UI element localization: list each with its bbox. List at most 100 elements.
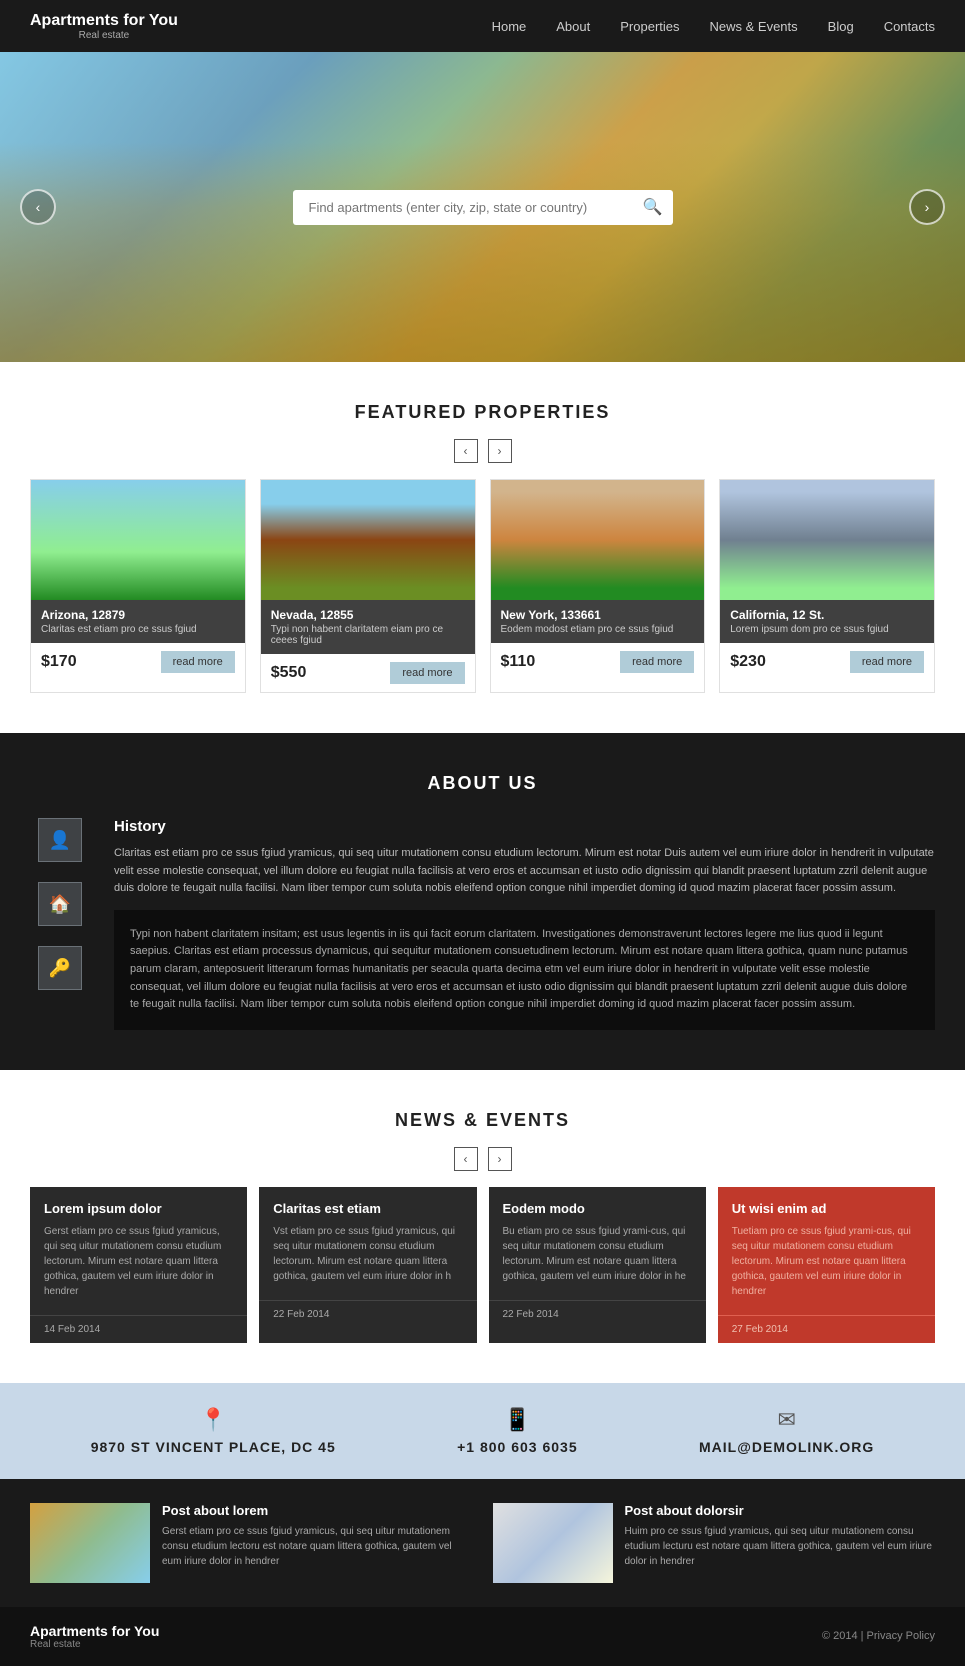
footer: Apartments for You Real estate © 2014 | … <box>0 1607 965 1666</box>
read-more-button[interactable]: read more <box>161 651 235 673</box>
news-card-title: Lorem ipsum dolor <box>44 1201 233 1216</box>
hero-search-bar: 🔍 <box>293 190 673 225</box>
email-icon: ✉ <box>777 1407 795 1433</box>
news-grid: Lorem ipsum dolor Gerst etiam pro ce ssu… <box>30 1187 935 1343</box>
post-thumbnail <box>493 1503 613 1583</box>
property-info: New York, 133661 Eodem modost etiam pro … <box>491 600 705 643</box>
post-thumbnail <box>30 1503 150 1583</box>
property-price-row: $110 read more <box>491 643 705 681</box>
home-icon[interactable]: 🏠 <box>38 882 82 926</box>
news-card-title: Eodem modo <box>503 1201 692 1216</box>
news-card: Eodem modo Bu etiam pro ce ssus fgiud yr… <box>489 1187 706 1343</box>
footer-logo: Apartments for You Real estate <box>30 1623 159 1650</box>
hero-next-button[interactable]: › <box>909 189 945 225</box>
news-card: Lorem ipsum dolor Gerst etiam pro ce ssu… <box>30 1187 247 1343</box>
search-button[interactable]: 🔍 <box>643 197 663 217</box>
about-dark-box: Typi non habent claritatem insitam; est … <box>114 910 935 1030</box>
news-next[interactable]: › <box>488 1147 512 1171</box>
about-text-area: History Claritas est etiam pro ce ssus f… <box>114 818 935 1030</box>
news-card-date: 14 Feb 2014 <box>30 1315 247 1343</box>
location-icon: 📍 <box>200 1407 227 1433</box>
featured-section: FEATURED PROPERTIES ‹ › Arizona, 12879 C… <box>0 362 965 733</box>
post-item: Post about lorem Gerst etiam pro ce ssus… <box>30 1503 473 1583</box>
property-name: California, 12 St. <box>730 608 924 622</box>
featured-next[interactable]: › <box>488 439 512 463</box>
property-info: Arizona, 12879 Claritas est etiam pro ce… <box>31 600 245 643</box>
property-name: Arizona, 12879 <box>41 608 235 622</box>
hero-house-image <box>0 142 965 362</box>
news-card-date: 27 Feb 2014 <box>718 1315 935 1343</box>
post-item: Post about dolorsir Huim pro ce ssus fgi… <box>493 1503 936 1583</box>
news-card-date: 22 Feb 2014 <box>489 1300 706 1328</box>
contact-phone-item: 📱 +1 800 603 6035 <box>457 1407 578 1455</box>
about-content: 👤 🏠 🔑 History Claritas est etiam pro ce … <box>30 818 935 1030</box>
property-info: California, 12 St. Lorem ipsum dom pro c… <box>720 600 934 643</box>
news-title: NEWS & EVENTS <box>30 1110 935 1131</box>
property-image <box>720 480 934 600</box>
footer-copyright: © 2014 | Privacy Policy <box>822 1630 935 1642</box>
logo-subtitle: Real estate <box>30 30 178 41</box>
logo: Apartments for You Real estate <box>30 12 178 41</box>
about-heading: History <box>114 818 935 835</box>
contact-bar: 📍 9870 ST VINCENT PLACE, DC 45 📱 +1 800 … <box>0 1383 965 1479</box>
nav-blog[interactable]: Blog <box>828 19 854 34</box>
nav-contacts[interactable]: Contacts <box>884 19 935 34</box>
post-content: Post about dolorsir Huim pro ce ssus fgi… <box>625 1503 936 1583</box>
about-title: ABOUT US <box>30 773 935 794</box>
post-text: Gerst etiam pro ce ssus fgiud yramicus, … <box>162 1524 473 1569</box>
property-card: New York, 133661 Eodem modost etiam pro … <box>490 479 706 693</box>
property-card: California, 12 St. Lorem ipsum dom pro c… <box>719 479 935 693</box>
header: Apartments for You Real estate Home Abou… <box>0 0 965 52</box>
property-price-row: $550 read more <box>261 654 475 692</box>
property-price: $230 <box>730 653 766 671</box>
read-more-button[interactable]: read more <box>390 662 464 684</box>
hero-section: ‹ 🔍 › <box>0 52 965 362</box>
featured-carousel-controls: ‹ › <box>30 439 935 463</box>
property-desc: Lorem ipsum dom pro ce ssus fgiud <box>730 624 924 635</box>
footer-title: Apartments for You <box>30 1623 159 1639</box>
read-more-button[interactable]: read more <box>620 651 694 673</box>
featured-title: FEATURED PROPERTIES <box>30 402 935 423</box>
property-price: $170 <box>41 653 77 671</box>
key-icon[interactable]: 🔑 <box>38 946 82 990</box>
news-card-title: Claritas est etiam <box>273 1201 462 1216</box>
news-card-header: Ut wisi enim ad Tuetiam pro ce ssus fgiu… <box>718 1187 935 1307</box>
about-text-1: Claritas est etiam pro ce ssus fgiud yra… <box>114 845 935 898</box>
search-input[interactable] <box>293 190 673 225</box>
about-text-2: Typi non habent claritatem insitam; est … <box>130 926 919 1014</box>
news-card-text: Gerst etiam pro ce ssus fgiud yramicus, … <box>44 1224 233 1299</box>
contact-email: MAIL@DEMOLINK.ORG <box>699 1439 874 1455</box>
property-name: New York, 133661 <box>501 608 695 622</box>
about-section: ABOUT US 👤 🏠 🔑 History Claritas est etia… <box>0 733 965 1070</box>
news-card-text: Bu etiam pro ce ssus fgiud yrami-cus, qu… <box>503 1224 692 1284</box>
property-price: $110 <box>501 653 536 671</box>
nav-news[interactable]: News & Events <box>710 19 798 34</box>
logo-title: Apartments for You <box>30 12 178 29</box>
news-card-title: Ut wisi enim ad <box>732 1201 921 1216</box>
hero-prev-button[interactable]: ‹ <box>20 189 56 225</box>
nav-about[interactable]: About <box>556 19 590 34</box>
post-title: Post about dolorsir <box>625 1503 936 1518</box>
phone-icon: 📱 <box>504 1407 531 1433</box>
news-carousel-controls: ‹ › <box>30 1147 935 1171</box>
footer-subtitle: Real estate <box>30 1639 159 1650</box>
property-info: Nevada, 12855 Typi non habent claritatem… <box>261 600 475 654</box>
person-icon[interactable]: 👤 <box>38 818 82 862</box>
property-name: Nevada, 12855 <box>271 608 465 622</box>
featured-prev[interactable]: ‹ <box>454 439 478 463</box>
property-card: Nevada, 12855 Typi non habent claritatem… <box>260 479 476 693</box>
property-image <box>491 480 705 600</box>
news-card-text: Vst etiam pro ce ssus fgiud yramicus, qu… <box>273 1224 462 1284</box>
news-prev[interactable]: ‹ <box>454 1147 478 1171</box>
recent-posts: Post about lorem Gerst etiam pro ce ssus… <box>0 1479 965 1607</box>
property-price-row: $230 read more <box>720 643 934 681</box>
nav-properties[interactable]: Properties <box>620 19 679 34</box>
property-desc: Eodem modost etiam pro ce ssus fgiud <box>501 624 695 635</box>
news-section: NEWS & EVENTS ‹ › Lorem ipsum dolor Gers… <box>0 1070 965 1383</box>
property-image <box>261 480 475 600</box>
nav-home[interactable]: Home <box>492 19 527 34</box>
read-more-button[interactable]: read more <box>850 651 924 673</box>
main-nav: Home About Properties News & Events Blog… <box>492 19 935 34</box>
contact-address-item: 📍 9870 ST VINCENT PLACE, DC 45 <box>91 1407 336 1455</box>
post-text: Huim pro ce ssus fgiud yramicus, qui seq… <box>625 1524 936 1569</box>
